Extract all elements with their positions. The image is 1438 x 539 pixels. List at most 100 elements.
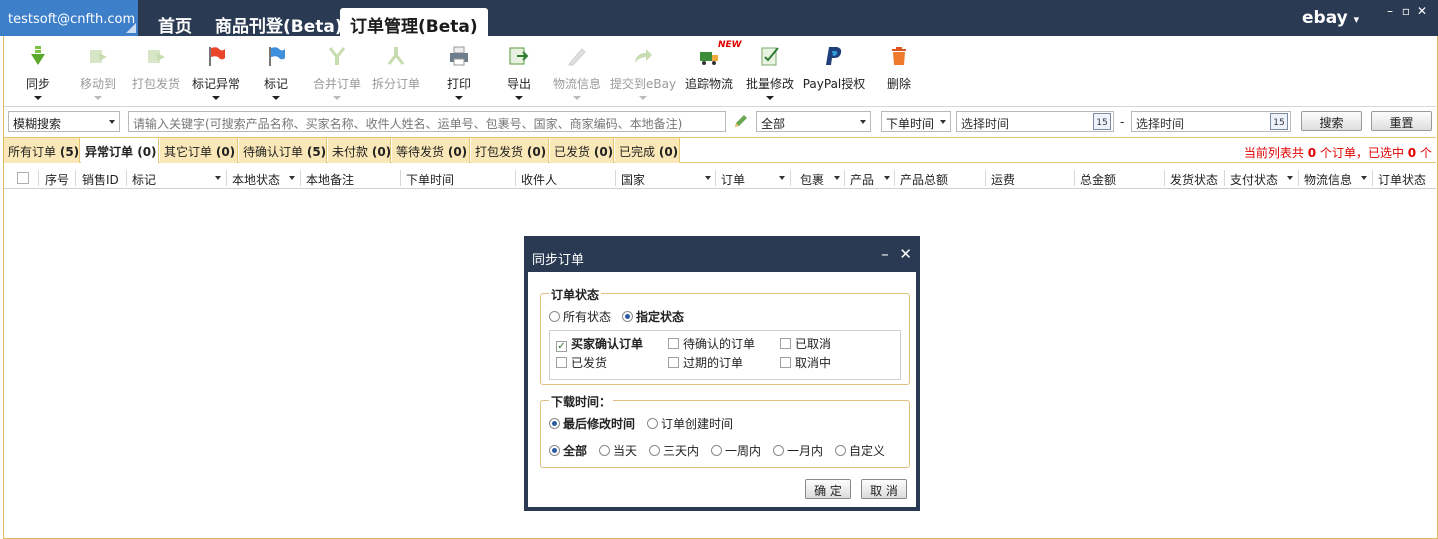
dialog-title: 同步订单 <box>532 253 585 268</box>
mark-exception-button[interactable]: 标记异常 <box>190 45 242 100</box>
close-window-icon[interactable]: ✕ <box>1414 4 1430 18</box>
col-index[interactable]: 序号 <box>45 171 69 188</box>
cancel-button[interactable]: 取 消 <box>861 479 907 499</box>
filter-dropdown-icon[interactable] <box>834 176 840 180</box>
keyword-input[interactable]: 请输入关键字(可搜索产品名称、买家名称、收件人姓名、运单号、包裹号、国家、商家编… <box>128 111 726 132</box>
checkbox-shipped[interactable]: 已发货 <box>556 354 607 371</box>
col-order-status[interactable]: 订单状态 <box>1378 171 1426 188</box>
filter-dropdown-icon[interactable] <box>215 176 221 180</box>
batch-edit-button[interactable]: 批量修改 <box>744 45 796 100</box>
start-time-input[interactable]: 选择时间 15 <box>956 111 1114 132</box>
filter-dropdown-icon[interactable] <box>289 176 295 180</box>
filter-dropdown-icon[interactable] <box>779 176 785 180</box>
tab-shipped[interactable]: 已发货 (0) <box>550 138 614 163</box>
restore-window-icon[interactable]: ▫ <box>1398 4 1414 18</box>
filter-dropdown-icon[interactable] <box>705 176 711 180</box>
move-to-button[interactable]: 移动到 <box>76 45 120 100</box>
tracking-truck-icon <box>700 52 718 65</box>
submit-ebay-button[interactable]: 提交到eBay <box>610 45 676 100</box>
search-button[interactable]: 搜索 <box>1301 111 1362 131</box>
mark-button[interactable]: 标记 <box>261 45 291 100</box>
radio-range-all[interactable]: 全部 <box>549 442 587 459</box>
tab-label: 所有订单 <box>8 145 57 159</box>
calendar-icon[interactable]: 15 <box>1093 113 1111 130</box>
calendar-icon[interactable]: 15 <box>1270 113 1288 130</box>
delete-button[interactable]: 删除 <box>884 45 914 92</box>
col-country[interactable]: 国家 <box>621 171 645 188</box>
print-button[interactable]: 打印 <box>444 45 474 100</box>
confirm-button[interactable]: 确 定 <box>805 479 851 499</box>
col-order[interactable]: 订单 <box>721 171 745 188</box>
col-mark[interactable]: 标记 <box>132 171 156 188</box>
tab-exception-orders[interactable]: 异常订单 (0) <box>81 138 159 163</box>
col-pay-status[interactable]: 支付状态 <box>1230 171 1278 188</box>
tab-pending-confirm[interactable]: 待确认订单 (5) <box>239 138 327 163</box>
column-divider <box>615 170 616 186</box>
radio-range-custom[interactable]: 自定义 <box>835 442 885 459</box>
col-ship-status[interactable]: 发货状态 <box>1170 171 1218 188</box>
merge-order-button[interactable]: 合并订单 <box>311 45 363 100</box>
radio-created-time[interactable]: 订单创建时间 <box>647 415 733 432</box>
dialog-titlebar[interactable]: 同步订单 – ✕ <box>528 236 916 272</box>
account-selector[interactable]: testsoft@cnfth.com <box>0 0 138 36</box>
col-logistics-info[interactable]: 物流信息 <box>1304 171 1352 188</box>
minimize-icon[interactable]: – <box>881 245 889 263</box>
radio-all-status[interactable]: 所有状态 <box>549 308 611 325</box>
col-order-time[interactable]: 下单时间 <box>406 171 454 188</box>
col-local-status[interactable]: 本地状态 <box>232 171 280 188</box>
col-sales-id[interactable]: 销售ID <box>82 171 119 188</box>
minimize-window-icon[interactable]: – <box>1382 4 1398 18</box>
close-icon[interactable]: ✕ <box>899 245 912 263</box>
radio-label: 全部 <box>563 444 588 458</box>
nav-tab-home[interactable]: 首页 <box>148 8 202 37</box>
checkbox-cancelled[interactable]: 已取消 <box>780 335 831 352</box>
summary-prefix: 当前列表共 <box>1243 146 1304 160</box>
checkbox-cancelling[interactable]: 取消中 <box>780 354 831 371</box>
search-scope-select[interactable]: 全部 <box>756 111 871 132</box>
paypal-auth-label: PayPal授权 <box>802 77 866 91</box>
pencil-icon[interactable] <box>733 113 749 129</box>
end-time-input[interactable]: 选择时间 15 <box>1131 111 1291 132</box>
tab-unpaid[interactable]: 未付款 (0) <box>328 138 391 163</box>
column-divider <box>985 170 986 186</box>
nav-tab-listing[interactable]: 商品刊登(Beta) <box>205 8 353 37</box>
nav-tab-orders[interactable]: 订单管理(Beta) <box>340 8 488 37</box>
paypal-auth-button[interactable]: PayPal授权 <box>802 45 866 92</box>
account-corner-icon <box>126 23 136 33</box>
radio-last-modified[interactable]: 最后修改时间 <box>549 415 635 432</box>
col-recipient[interactable]: 收件人 <box>521 171 557 188</box>
radio-range-week[interactable]: 一周内 <box>711 442 761 459</box>
checkbox-buyer-confirmed[interactable]: ✓ 买家确认订单 <box>556 335 643 352</box>
checkbox-expired[interactable]: 过期的订单 <box>668 354 743 371</box>
filter-dropdown-icon[interactable] <box>1287 176 1293 180</box>
tab-pack-ship[interactable]: 打包发货 (0) <box>471 138 549 163</box>
filter-dropdown-icon[interactable] <box>1361 176 1367 180</box>
select-all-checkbox[interactable] <box>17 172 29 184</box>
platform-selector[interactable]: ebay ▾ <box>1302 8 1359 28</box>
radio-specified-status[interactable]: 指定状态 <box>622 308 684 325</box>
split-order-button[interactable]: 拆分订单 <box>370 45 422 92</box>
tracking-button[interactable]: NEW 追踪物流 <box>684 40 742 92</box>
col-product[interactable]: 产品 <box>850 171 874 188</box>
search-mode-select[interactable]: 模糊搜索 <box>8 111 120 132</box>
reset-button[interactable]: 重置 <box>1371 111 1432 131</box>
col-shipping-fee[interactable]: 运费 <box>991 171 1015 188</box>
logistics-info-button[interactable]: 物流信息 <box>551 45 603 100</box>
export-button[interactable]: 导出 <box>504 45 534 100</box>
col-local-note[interactable]: 本地备注 <box>306 171 354 188</box>
checkbox-pending-confirm[interactable]: 待确认的订单 <box>668 335 755 352</box>
time-type-select[interactable]: 下单时间 <box>881 111 951 132</box>
pack-ship-button[interactable]: 打包发货 <box>130 45 182 92</box>
col-product-total[interactable]: 产品总额 <box>900 171 948 188</box>
sync-button[interactable]: 同步 <box>22 45 54 100</box>
tab-awaiting-shipment[interactable]: 等待发货 (0) <box>392 138 470 163</box>
col-total-amount[interactable]: 总金额 <box>1080 171 1116 188</box>
radio-range-today[interactable]: 当天 <box>599 442 637 459</box>
tab-other-orders[interactable]: 其它订单 (0) <box>160 138 238 163</box>
tab-completed[interactable]: 已完成 (0) <box>615 138 680 163</box>
col-package[interactable]: 包裹 <box>800 171 824 188</box>
radio-range-3days[interactable]: 三天内 <box>649 442 699 459</box>
radio-range-month[interactable]: 一月内 <box>773 442 823 459</box>
tab-all-orders[interactable]: 所有订单 (5) <box>4 138 80 163</box>
filter-dropdown-icon[interactable] <box>884 176 890 180</box>
